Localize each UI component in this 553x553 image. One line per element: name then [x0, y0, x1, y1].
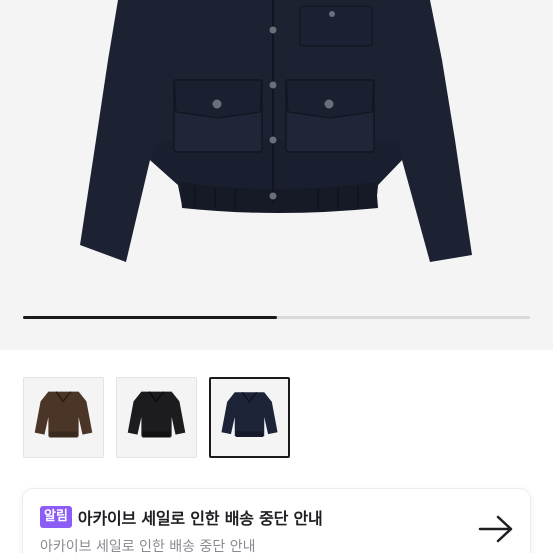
jacket-image [80, 0, 472, 262]
jacket-black-icon [127, 391, 186, 438]
thumbnail-black-jacket[interactable] [116, 377, 197, 458]
shipping-notice-card[interactable]: 알림 아카이브 세일로 인한 배송 중단 안내 아카이브 세일로 인한 배송 중… [23, 489, 530, 553]
gallery-progress-track [23, 316, 530, 319]
notice-subtitle: 아카이브 세일로 인한 배송 중단 안내 [40, 539, 256, 553]
product-image[interactable] [0, 0, 553, 350]
notice-badge: 알림 [40, 506, 72, 528]
arrow-right-icon[interactable] [478, 514, 514, 544]
thumbnail-list [23, 377, 290, 458]
jacket-brown-icon [34, 391, 93, 438]
jacket-navy-icon [221, 391, 278, 437]
notice-title: 아카이브 세일로 인한 배송 중단 안내 [77, 509, 323, 528]
thumbnail-navy-jacket[interactable] [209, 377, 290, 458]
gallery-progress-fill [23, 316, 277, 319]
thumbnail-brown-jacket[interactable] [23, 377, 104, 458]
